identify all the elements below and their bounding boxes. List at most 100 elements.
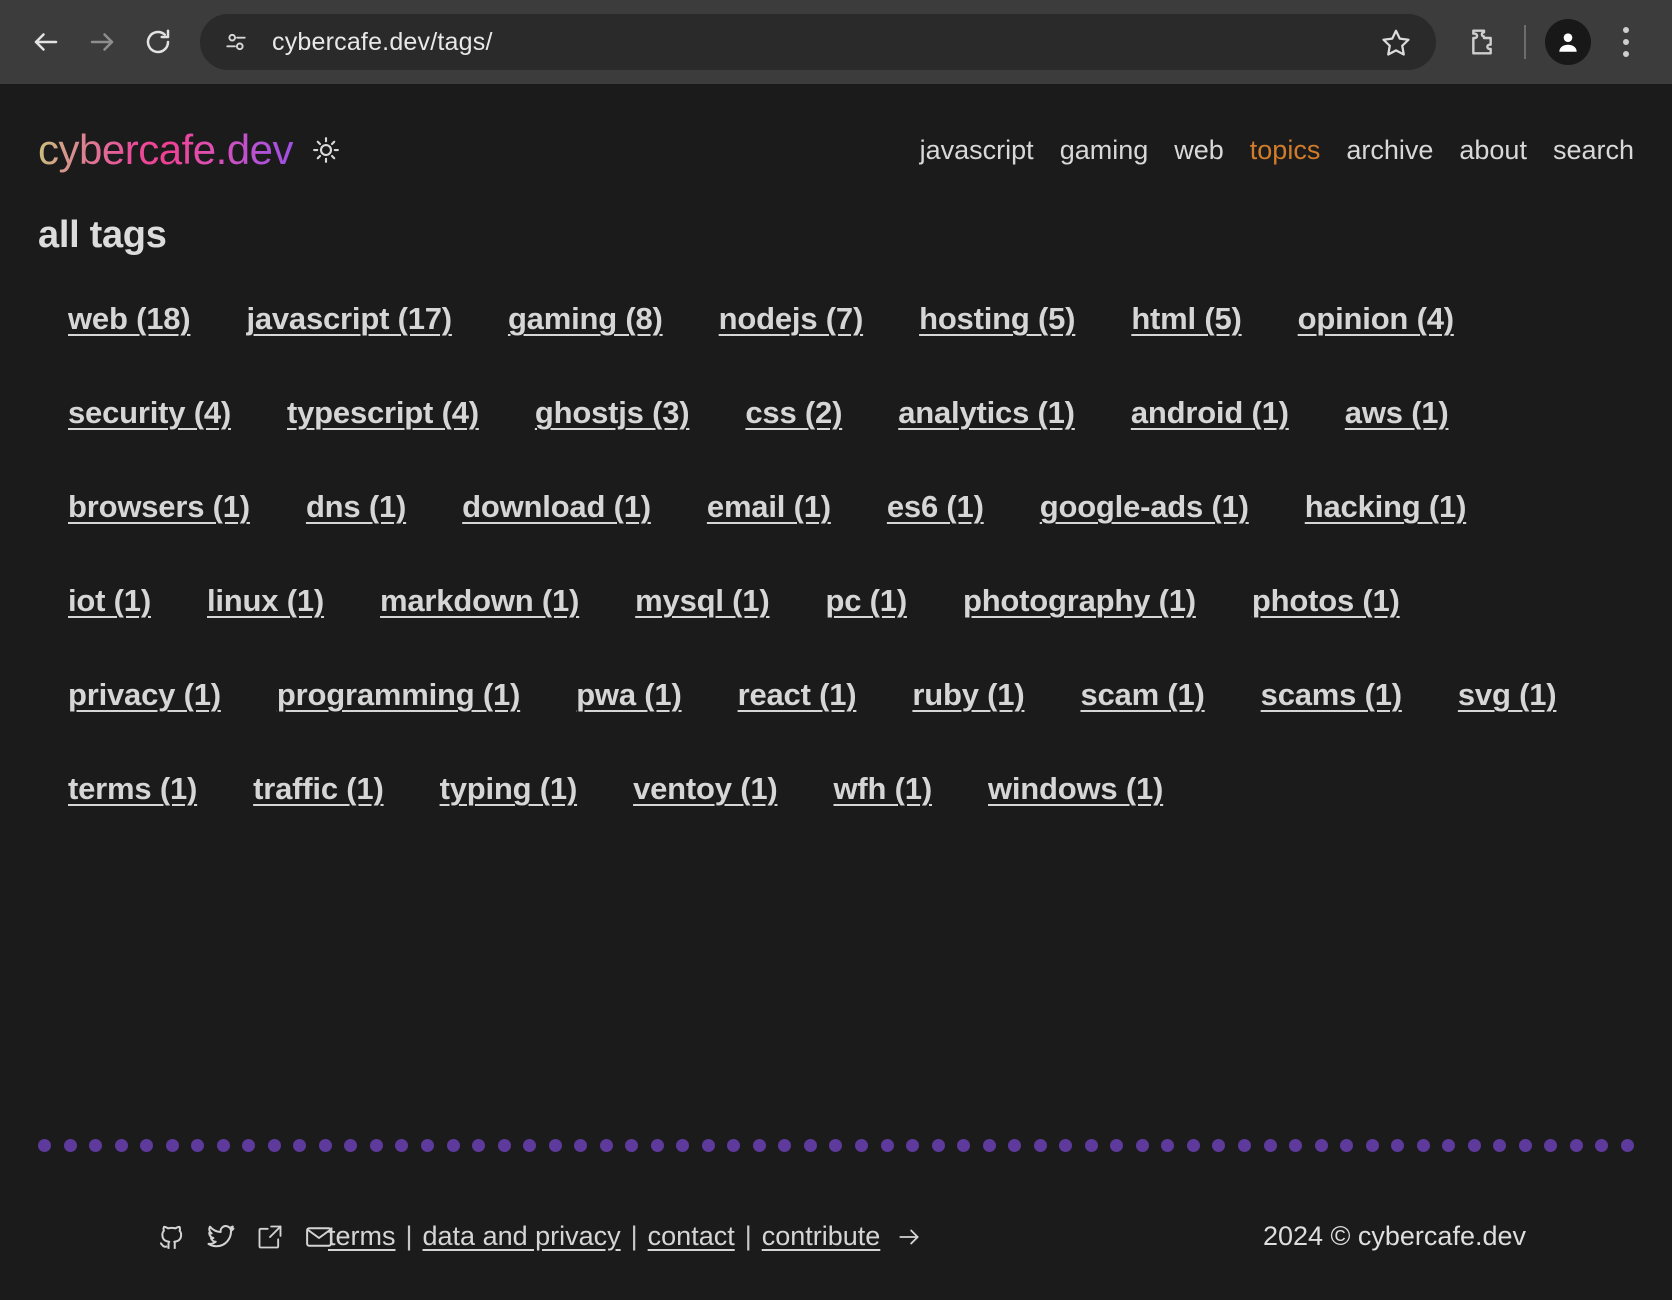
tag-link-javascript[interactable]: javascript (17) (246, 301, 452, 337)
reload-button[interactable] (132, 16, 184, 68)
tag-link-photos[interactable]: photos (1) (1252, 583, 1400, 619)
social-links (38, 1222, 332, 1252)
tag-link-iot[interactable]: iot (1) (68, 583, 151, 619)
tag-link-dns[interactable]: dns (1) (306, 489, 406, 525)
divider-dot (38, 1138, 51, 1152)
forward-button[interactable] (76, 16, 128, 68)
sun-icon[interactable] (309, 133, 343, 167)
divider-dot (318, 1138, 332, 1152)
divider-dot (267, 1138, 281, 1152)
divider-dot (1212, 1138, 1226, 1152)
tag-link-traffic[interactable]: traffic (1) (253, 771, 384, 807)
tag-link-privacy[interactable]: privacy (1) (68, 677, 221, 713)
divider-dot (1059, 1138, 1073, 1152)
tag-link-ghostjs[interactable]: ghostjs (3) (535, 395, 690, 431)
divider-dot (778, 1138, 792, 1152)
tag-link-security[interactable]: security (4) (68, 395, 231, 431)
github-icon[interactable] (156, 1222, 186, 1252)
site-header: cybercafe.dev javascript gaming web topics a… (38, 84, 1634, 174)
arrow-right-icon (896, 1224, 922, 1250)
nav-item-archive[interactable]: archive (1346, 135, 1433, 166)
footer-link-data-and-privacy[interactable]: data and privacy (423, 1221, 621, 1252)
main-navigation: javascript gaming web topics archive about sea… (920, 135, 1634, 166)
tag-link-programming[interactable]: programming (1) (277, 677, 520, 713)
nav-item-gaming[interactable]: gaming (1060, 135, 1149, 166)
nav-item-topics[interactable]: topics (1250, 135, 1321, 166)
divider-dot (1340, 1138, 1354, 1152)
tag-link-aws[interactable]: aws (1) (1345, 395, 1449, 431)
divider-dot (523, 1138, 537, 1152)
page-title: all tags (38, 214, 167, 256)
tag-link-pwa[interactable]: pwa (1) (576, 677, 682, 713)
brand-area: cybercafe.dev (38, 126, 343, 174)
tag-link-react[interactable]: react (1) (738, 677, 857, 713)
footer-link-terms[interactable]: terms (328, 1221, 396, 1252)
twitter-icon[interactable] (206, 1222, 236, 1252)
address-bar[interactable]: cybercafe.dev/tags/ (200, 14, 1436, 70)
back-button[interactable] (20, 16, 72, 68)
tag-link-html[interactable]: html (5) (1131, 301, 1242, 337)
tag-link-download[interactable]: download (1) (462, 489, 651, 525)
divider-dot (89, 1138, 103, 1152)
tag-link-gaming[interactable]: gaming (8) (508, 301, 663, 337)
tag-link-ruby[interactable]: ruby (1) (912, 677, 1024, 713)
puzzle-icon (1472, 29, 1492, 55)
nav-item-javascript[interactable]: javascript (920, 135, 1034, 166)
divider-dot (727, 1138, 741, 1152)
tag-link-hosting[interactable]: hosting (5) (919, 301, 1075, 337)
tag-link-scam[interactable]: scam (1) (1080, 677, 1204, 713)
tag-link-nodejs[interactable]: nodejs (7) (719, 301, 864, 337)
divider-dot (1186, 1138, 1200, 1152)
profile-button[interactable] (1542, 16, 1594, 68)
tag-link-ventoy[interactable]: ventoy (1) (633, 771, 778, 807)
tag-link-typescript[interactable]: typescript (4) (287, 395, 479, 431)
divider-dot (1518, 1138, 1532, 1152)
tag-link-typing[interactable]: typing (1) (440, 771, 578, 807)
nav-item-search[interactable]: search (1553, 135, 1634, 166)
site-info-icon[interactable] (214, 20, 258, 64)
tag-link-css[interactable]: css (2) (745, 395, 842, 431)
tag-link-es6[interactable]: es6 (1) (887, 489, 984, 525)
divider-dot (1620, 1138, 1634, 1152)
tag-link-photography[interactable]: photography (1) (963, 583, 1196, 619)
external-link-icon[interactable] (256, 1223, 284, 1251)
nav-item-about[interactable]: about (1459, 135, 1527, 166)
tag-link-windows[interactable]: windows (1) (988, 771, 1163, 807)
tag-link-wfh[interactable]: wfh (1) (834, 771, 933, 807)
divider-dot (829, 1138, 843, 1152)
divider-dot (855, 1138, 868, 1152)
tag-link-mysql[interactable]: mysql (1) (635, 583, 769, 619)
tag-link-scams[interactable]: scams (1) (1261, 677, 1402, 713)
tag-link-terms[interactable]: terms (1) (68, 771, 197, 807)
tag-link-android[interactable]: android (1) (1131, 395, 1289, 431)
divider-dot (63, 1138, 77, 1152)
bookmark-star-icon[interactable] (1374, 20, 1418, 64)
tag-link-svg[interactable]: svg (1) (1458, 677, 1557, 713)
tag-link-markdown[interactable]: markdown (1) (380, 583, 579, 619)
divider-dot (574, 1138, 588, 1152)
tag-link-email[interactable]: email (1) (707, 489, 831, 525)
nav-item-web[interactable]: web (1174, 135, 1224, 166)
divider-dot (369, 1138, 383, 1152)
avatar (1545, 19, 1591, 65)
divider-dot (114, 1138, 128, 1152)
footer-link-contact[interactable]: contact (648, 1221, 735, 1252)
site-logo[interactable]: cybercafe.dev (38, 126, 293, 174)
extensions-button[interactable] (1456, 16, 1508, 68)
copyright-text: 2024 © cybercafe.dev (1262, 1221, 1526, 1251)
toolbar-divider (1524, 25, 1526, 59)
url-text[interactable]: cybercafe.dev/tags/ (258, 28, 1374, 57)
tag-link-linux[interactable]: linux (1) (207, 583, 324, 619)
divider-dot (957, 1138, 971, 1152)
tag-link-google-ads[interactable]: google-ads (1) (1040, 489, 1249, 525)
footer-link-contribute[interactable]: contribute (762, 1221, 881, 1252)
tag-link-opinion[interactable]: opinion (4) (1298, 301, 1454, 337)
tag-link-pc[interactable]: pc (1) (825, 583, 907, 619)
tag-link-browsers[interactable]: browsers (1) (68, 489, 250, 525)
tag-link-web[interactable]: web (18) (68, 301, 191, 337)
divider-dot (599, 1138, 613, 1152)
tag-link-hacking[interactable]: hacking (1) (1305, 489, 1467, 525)
footer-links: terms | data and privacy | contact | contribut… (328, 1221, 922, 1252)
tag-link-analytics[interactable]: analytics (1) (898, 395, 1075, 431)
chrome-menu-button[interactable] (1600, 16, 1652, 68)
